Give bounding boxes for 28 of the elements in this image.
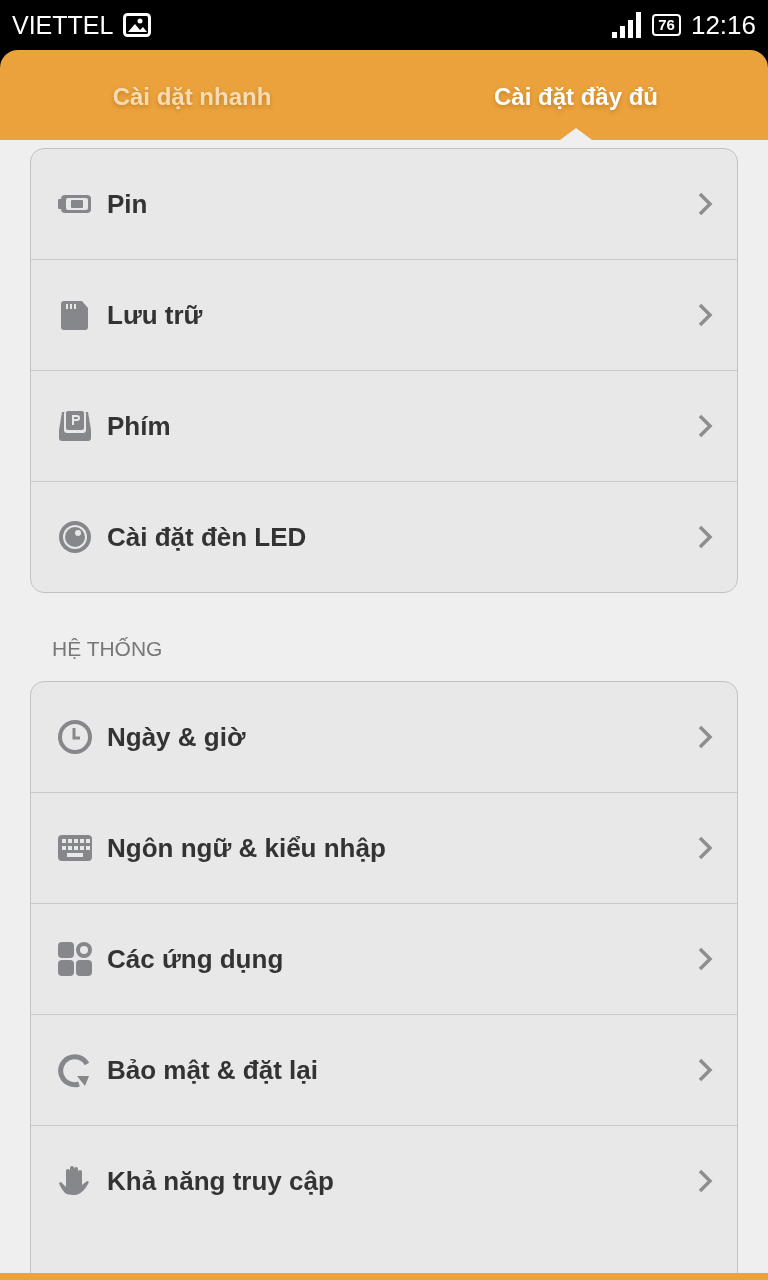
settings-row[interactable]: Khả năng truy cập — [31, 1125, 737, 1236]
chevron-icon — [697, 192, 713, 216]
signal-icon — [612, 12, 643, 38]
settings-row[interactable]: Cài đặt đèn LED — [31, 481, 737, 592]
apps-icon — [57, 941, 93, 977]
chevron-icon — [697, 1169, 713, 1193]
battery-level: 76 — [652, 14, 681, 36]
chevron-icon — [697, 947, 713, 971]
chevron-icon — [697, 1058, 713, 1082]
settings-row[interactable]: Lưu trữ — [31, 259, 737, 370]
settings-row[interactable]: Ngôn ngữ & kiểu nhập — [31, 792, 737, 903]
settings-row[interactable]: Phím — [31, 370, 737, 481]
image-icon — [123, 13, 152, 37]
section-header: HỆ THỐNG — [51, 636, 164, 662]
clock-time: 12:16 — [690, 9, 756, 41]
clock-icon — [57, 719, 93, 755]
chevron-icon — [697, 414, 713, 438]
chevron-icon — [697, 725, 713, 749]
key-icon — [57, 408, 93, 444]
led-icon — [57, 519, 93, 555]
chevron-icon — [697, 525, 713, 549]
settings-row[interactable]: Các ứng dụng — [31, 903, 737, 1014]
chevron-icon — [697, 303, 713, 327]
settings-row[interactable]: Pin — [31, 149, 737, 259]
settings-row[interactable]: Bảo mật & đặt lại — [31, 1014, 737, 1125]
settings-row[interactable]: Ngày & giờ — [31, 682, 737, 792]
carrier-name: VIETTEL — [12, 10, 114, 40]
chevron-icon — [697, 836, 713, 860]
